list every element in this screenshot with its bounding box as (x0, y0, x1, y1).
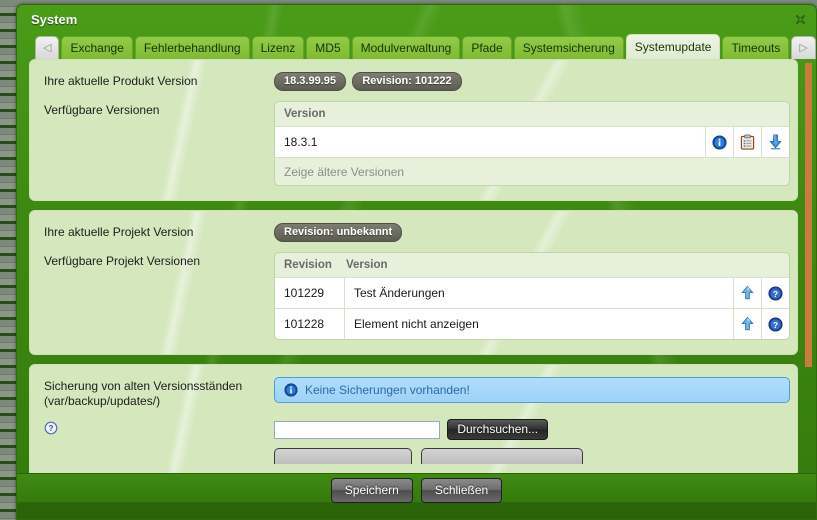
tab-exchange[interactable]: Exchange (61, 36, 133, 59)
svg-text:?: ? (773, 288, 778, 298)
backup-info-row: Sicherung von alten Versionsständen (var… (44, 377, 790, 409)
cell-version: 18.3.1 (284, 135, 318, 149)
current-product-version-row: Ihre aktuelle Produkt Version 18.3.99.95… (44, 72, 783, 91)
cell-version: Element nicht anzeigen (354, 317, 479, 331)
tab-systemsicherung[interactable]: Systemsicherung (513, 36, 624, 59)
tab-lizenz[interactable]: Lizenz (251, 36, 305, 59)
content-scrollbar[interactable] (804, 63, 814, 481)
scrollbar-thumb[interactable] (805, 63, 812, 367)
close-icon[interactable] (792, 11, 808, 27)
column-header-version: Version (346, 259, 388, 271)
backup-label-line1: Sicherung von alten Versionsständen (44, 379, 243, 393)
current-project-version-row: Ihre aktuelle Projekt Version Revision: … (44, 223, 783, 242)
tab-scroll-next[interactable]: ▷ (791, 36, 816, 59)
tab-modulverwaltung[interactable]: Modulverwaltung (351, 36, 461, 59)
available-versions-label: Verfügbare Versionen (44, 103, 160, 117)
current-project-version-label: Ihre aktuelle Projekt Version (44, 225, 194, 239)
tab-fehlerbehandlung[interactable]: Fehlerbehandlung (134, 36, 250, 59)
table-header: Version (275, 102, 789, 126)
info-icon (284, 383, 298, 397)
clipboard-icon[interactable] (733, 127, 761, 157)
table-row: 101229 Test Änderungen ? (275, 277, 789, 308)
backup-upload-row: ? Durchsuchen... (44, 419, 783, 467)
svg-text:?: ? (49, 424, 54, 433)
project-version-panel: Ihre aktuelle Projekt Version Revision: … (29, 210, 798, 355)
column-header-revision: Revision (284, 259, 332, 271)
backup-help: ? (44, 419, 274, 439)
available-project-versions-row: Verfügbare Projekt Versionen Revision Ve… (44, 252, 790, 340)
tab-content-systemupdate: Ihre aktuelle Produkt Version 18.3.99.95… (17, 59, 816, 499)
table-row: 101228 Element nicht anzeigen ? (275, 308, 789, 339)
cell-revision: 101228 (275, 309, 345, 339)
tab-systemupdate[interactable]: Systemupdate (625, 34, 721, 59)
table-header: Revision Version (275, 253, 789, 277)
no-backups-infobox: Keine Sicherungen vorhanden! (274, 377, 790, 403)
available-versions-table: Version 18.3.1 Zeige ältere Versionen (274, 101, 790, 186)
backup-label-line2: (var/backup/updates/) (44, 394, 161, 408)
show-older-versions-link[interactable]: Zeige ältere Versionen (275, 157, 789, 185)
tab-scroll-prev[interactable]: ◁ (35, 36, 60, 59)
backup-file-path-input[interactable] (274, 420, 440, 439)
dialog-footer: Speichern Schließen (17, 473, 816, 519)
dialog-titlebar: System (17, 5, 816, 33)
tab-pfade[interactable]: Pfade (462, 36, 512, 59)
no-backups-message: Keine Sicherungen vorhanden! (305, 383, 470, 397)
available-project-versions-label: Verfügbare Projekt Versionen (44, 254, 201, 268)
help-icon[interactable]: ? (761, 278, 789, 308)
save-button[interactable]: Speichern (330, 478, 413, 503)
cell-version: Test Änderungen (354, 286, 445, 300)
backup-panel: Sicherung von alten Versionsständen (var… (29, 364, 798, 482)
project-revision-badge: Revision: unbekannt (274, 223, 403, 242)
help-icon[interactable]: ? (44, 421, 58, 435)
upload-action-button-partial[interactable] (274, 448, 412, 464)
dialog-title: System (31, 11, 78, 27)
browse-button[interactable]: Durchsuchen... (447, 419, 549, 440)
tab-bar: ◁ Exchange Fehlerbehandlung Lizenz MD5 M… (17, 33, 816, 59)
product-version-panel: Ihre aktuelle Produkt Version 18.3.99.95… (29, 59, 798, 201)
table-row: 18.3.1 (275, 126, 789, 157)
available-project-versions-table: Revision Version 101229 Test Änderungen (274, 252, 790, 340)
tab-timeouts[interactable]: Timeouts (722, 36, 790, 59)
close-button[interactable]: Schließen (420, 478, 503, 503)
product-revision-badge: Revision: 101222 (352, 72, 462, 91)
upload-icon[interactable] (733, 309, 761, 339)
backup-label: Sicherung von alten Versionsständen (var… (44, 377, 274, 409)
info-icon[interactable] (705, 127, 733, 157)
available-versions-row: Verfügbare Versionen Version 18.3.1 Zeig… (44, 101, 790, 186)
cell-revision: 101229 (275, 278, 345, 308)
restore-action-button-partial[interactable] (421, 448, 584, 464)
help-icon[interactable]: ? (761, 309, 789, 339)
product-version-badge: 18.3.99.95 (274, 72, 346, 91)
current-product-version-label: Ihre aktuelle Produkt Version (44, 74, 198, 88)
system-dialog: System ◁ Exchange Fehlerbehandlung Lizen… (16, 4, 817, 520)
upload-icon[interactable] (733, 278, 761, 308)
tab-md5[interactable]: MD5 (306, 36, 350, 59)
svg-text:?: ? (773, 319, 778, 329)
column-header-version: Version (284, 108, 326, 120)
download-icon[interactable] (761, 127, 789, 157)
